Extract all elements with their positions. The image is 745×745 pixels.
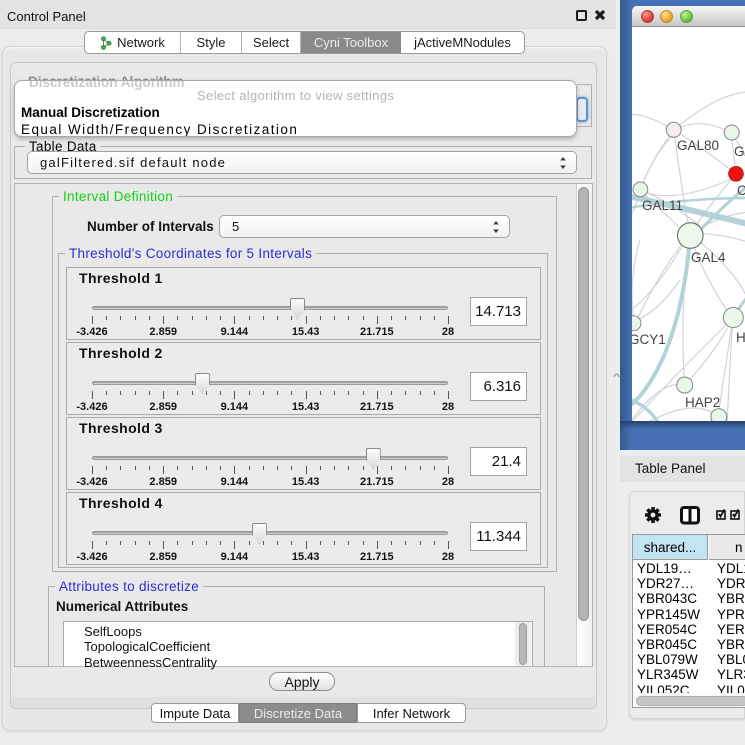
svg-text:GCY1: GCY1 xyxy=(632,332,666,347)
svg-text:GAL80: GAL80 xyxy=(677,138,719,153)
svg-text:H: H xyxy=(736,330,745,345)
svg-text:CR: CR xyxy=(737,183,745,198)
svg-text:GAL4: GAL4 xyxy=(691,250,726,265)
svg-text:GAL11: GAL11 xyxy=(642,198,683,213)
svg-text:HAP2: HAP2 xyxy=(685,395,720,410)
svg-text:GAL: GAL xyxy=(734,144,745,159)
